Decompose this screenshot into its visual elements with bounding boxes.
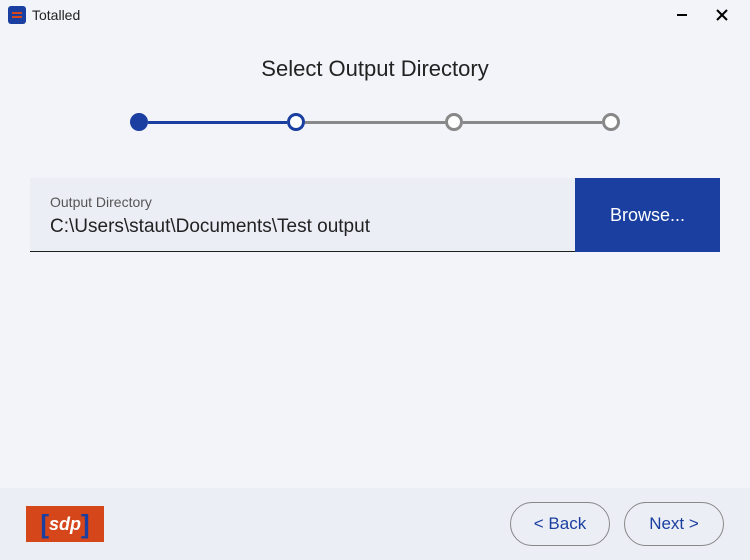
step-node-4	[602, 113, 620, 131]
app-icon	[8, 6, 26, 24]
titlebar: Totalled	[0, 0, 750, 30]
browse-button[interactable]: Browse...	[575, 178, 720, 252]
progress-stepper	[130, 110, 620, 134]
output-directory-input[interactable]	[50, 216, 555, 238]
window-title: Totalled	[32, 7, 80, 23]
logo-bracket-left: [	[40, 509, 49, 540]
logo-bracket-right: ]	[81, 509, 90, 540]
step-line-1	[148, 121, 287, 124]
back-button[interactable]: < Back	[510, 502, 610, 546]
output-directory-row: Output Directory Browse...	[30, 178, 720, 252]
minimize-icon	[675, 8, 689, 22]
app-window: Totalled Select Output Directory Output …	[0, 0, 750, 560]
next-button[interactable]: Next >	[624, 502, 724, 546]
output-directory-field[interactable]: Output Directory	[30, 178, 575, 252]
step-line-3	[463, 121, 602, 124]
footer: [ sdp ] < Back Next >	[0, 488, 750, 560]
close-icon	[715, 8, 729, 22]
content-area: Select Output Directory Output Directory…	[0, 30, 750, 488]
sdp-logo: [ sdp ]	[26, 506, 104, 542]
step-node-2	[287, 113, 305, 131]
step-node-1	[130, 113, 148, 131]
step-node-3	[445, 113, 463, 131]
page-title: Select Output Directory	[261, 56, 488, 82]
output-directory-label: Output Directory	[50, 194, 555, 210]
close-button[interactable]	[702, 1, 742, 29]
step-line-2	[305, 121, 444, 124]
logo-text: sdp	[49, 514, 81, 535]
minimize-button[interactable]	[662, 1, 702, 29]
